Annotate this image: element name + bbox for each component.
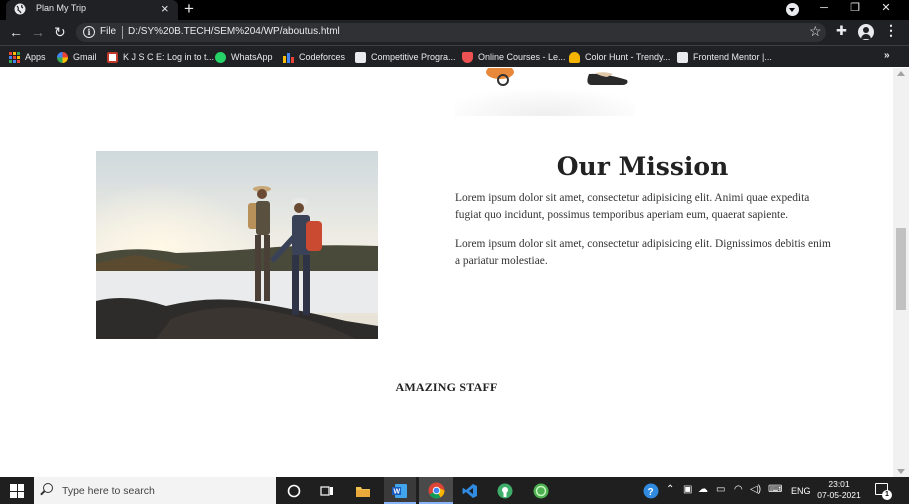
bookmark-kjsce[interactable]: K J S C E: Log in to t...	[107, 50, 214, 64]
clock-time: 23:01	[828, 479, 850, 489]
taskbar-clock[interactable]: 23:01 07-05-2021	[811, 479, 867, 501]
udemy-icon	[462, 51, 473, 63]
page-viewport: Our Mission Lorem ipsum dolor sit amet, …	[0, 68, 893, 477]
bookmark-frontend-mentor[interactable]: Frontend Mentor |...	[677, 50, 772, 64]
new-tab-button[interactable]: +	[184, 0, 194, 18]
globe-icon	[14, 3, 26, 15]
windows-taskbar: Type here to search W ? ⌃ ▣ ☁ ▭ ◠ ◁) ⌨ E…	[0, 477, 909, 504]
bookmark-udemy[interactable]: Online Courses - Le...	[462, 50, 566, 64]
tab-search-icon[interactable]	[786, 3, 799, 16]
tray-app-icon[interactable]: ▣	[683, 484, 692, 495]
frontend-mentor-icon	[677, 51, 688, 63]
colorhunt-icon	[569, 51, 580, 63]
help-icon[interactable]: ?	[641, 481, 661, 500]
bookmark-label: K J S C E: Log in to t...	[123, 52, 215, 62]
browser-toolbar: ← → ↻ i File D:/SY%20B.TECH/SEM%204/WP/a…	[0, 20, 909, 45]
tray-overflow-icon[interactable]: ⌃	[666, 484, 674, 495]
scrollbar-thumb[interactable]	[896, 228, 906, 310]
mission-title: Our Mission	[556, 152, 729, 181]
mission-paragraph-1: Lorem ipsum dolor sit amet, consectetur …	[455, 192, 810, 221]
staff-section-heading: AMAZING STAFF	[395, 380, 498, 394]
search-placeholder: Type here to search	[62, 485, 155, 497]
bookmark-label: Online Courses - Le...	[478, 52, 566, 62]
whatsapp-icon	[215, 51, 226, 63]
forward-button[interactable]: →	[31, 24, 45, 40]
tab-title: Plan My Trip	[36, 3, 87, 13]
browser-tab[interactable]: Plan My Trip ×	[6, 0, 178, 20]
battery-icon[interactable]: ▭	[716, 484, 725, 495]
windows-start-icon[interactable]	[10, 484, 24, 498]
extensions-icon[interactable]: ✚	[836, 23, 847, 39]
svg-text:?: ?	[648, 487, 654, 498]
bookmark-label: Frontend Mentor |...	[693, 52, 772, 62]
url-text[interactable]: D:/SY%20B.TECH/SEM%204/WP/aboutus.html	[128, 26, 340, 37]
file-explorer-icon[interactable]	[353, 481, 373, 500]
task-view-icon[interactable]	[317, 481, 337, 500]
volume-icon[interactable]: ◁)	[750, 484, 761, 495]
apps-grid-icon	[9, 51, 20, 63]
chrome-icon[interactable]	[426, 481, 446, 500]
svg-text:W: W	[394, 488, 401, 495]
profile-avatar[interactable]	[858, 24, 874, 40]
bookmark-colorhunt[interactable]: Color Hunt - Trendy...	[569, 50, 670, 64]
scroll-down-arrow-icon[interactable]	[897, 469, 905, 474]
bookmark-apps[interactable]: Apps	[9, 50, 46, 64]
taskbar-search-box[interactable]: Type here to search	[34, 477, 276, 504]
keyboard-icon[interactable]: ⌨	[768, 484, 782, 495]
reload-button[interactable]: ↻	[54, 24, 66, 40]
address-divider	[122, 26, 123, 39]
mission-photo-hikers	[96, 151, 378, 339]
bookmark-label: Codeforces	[299, 52, 346, 62]
search-icon	[43, 483, 53, 493]
close-window-button[interactable]: ✕	[874, 0, 898, 16]
bookmarks-bar: Apps Gmail K J S C E: Log in to t... Wha…	[0, 45, 909, 67]
codeforces-icon	[283, 52, 294, 63]
google-icon	[57, 51, 68, 63]
mission-paragraph-2: Lorem ipsum dolor sit amet, consectetur …	[455, 238, 831, 267]
scroll-up-arrow-icon[interactable]	[897, 71, 905, 76]
app-green-2-icon[interactable]	[531, 481, 551, 500]
bookmark-gmail[interactable]: Gmail	[57, 50, 97, 64]
clock-date: 07-05-2021	[817, 490, 861, 500]
cortana-icon[interactable]	[284, 481, 304, 500]
language-indicator[interactable]: ENG	[791, 486, 811, 496]
page-scrollbar[interactable]	[893, 68, 909, 477]
tray-cloud-icon[interactable]: ☁	[698, 484, 708, 495]
kjsce-icon	[107, 51, 118, 63]
browser-menu-icon[interactable]: ⋮	[884, 22, 898, 38]
minimize-button[interactable]: ─	[812, 0, 836, 16]
scheme-label: File	[100, 26, 117, 37]
browser-tab-strip: Plan My Trip × + ─ ❐ ✕	[0, 0, 909, 20]
bookmark-label: Apps	[25, 52, 46, 62]
bookmarks-overflow-icon[interactable]: »	[884, 50, 890, 61]
restore-button[interactable]: ❐	[843, 0, 867, 16]
bookmark-label: Gmail	[73, 52, 97, 62]
travel-illustration	[455, 68, 635, 116]
bookmark-label: WhatsApp	[231, 52, 273, 62]
notification-count-badge: 1	[882, 490, 892, 500]
vscode-icon[interactable]	[460, 481, 480, 500]
app-green-icon[interactable]	[495, 481, 515, 500]
address-bar[interactable]: i File D:/SY%20B.TECH/SEM%204/WP/aboutus…	[76, 23, 826, 42]
cc-icon	[355, 51, 366, 63]
back-button[interactable]: ←	[9, 24, 23, 40]
bookmark-star-icon[interactable]: ☆	[809, 23, 822, 40]
info-icon[interactable]: i	[83, 26, 95, 38]
word-icon[interactable]: W	[390, 481, 410, 500]
bookmark-codechef[interactable]: Competitive Progra...	[355, 50, 456, 64]
bookmark-label: Competitive Progra...	[371, 52, 456, 62]
bookmark-codeforces[interactable]: Codeforces	[283, 50, 345, 64]
tab-close-icon[interactable]: ×	[161, 1, 169, 17]
wifi-icon[interactable]: ◠	[734, 484, 743, 495]
bookmark-whatsapp[interactable]: WhatsApp	[215, 50, 273, 64]
bookmark-label: Color Hunt - Trendy...	[585, 52, 671, 62]
